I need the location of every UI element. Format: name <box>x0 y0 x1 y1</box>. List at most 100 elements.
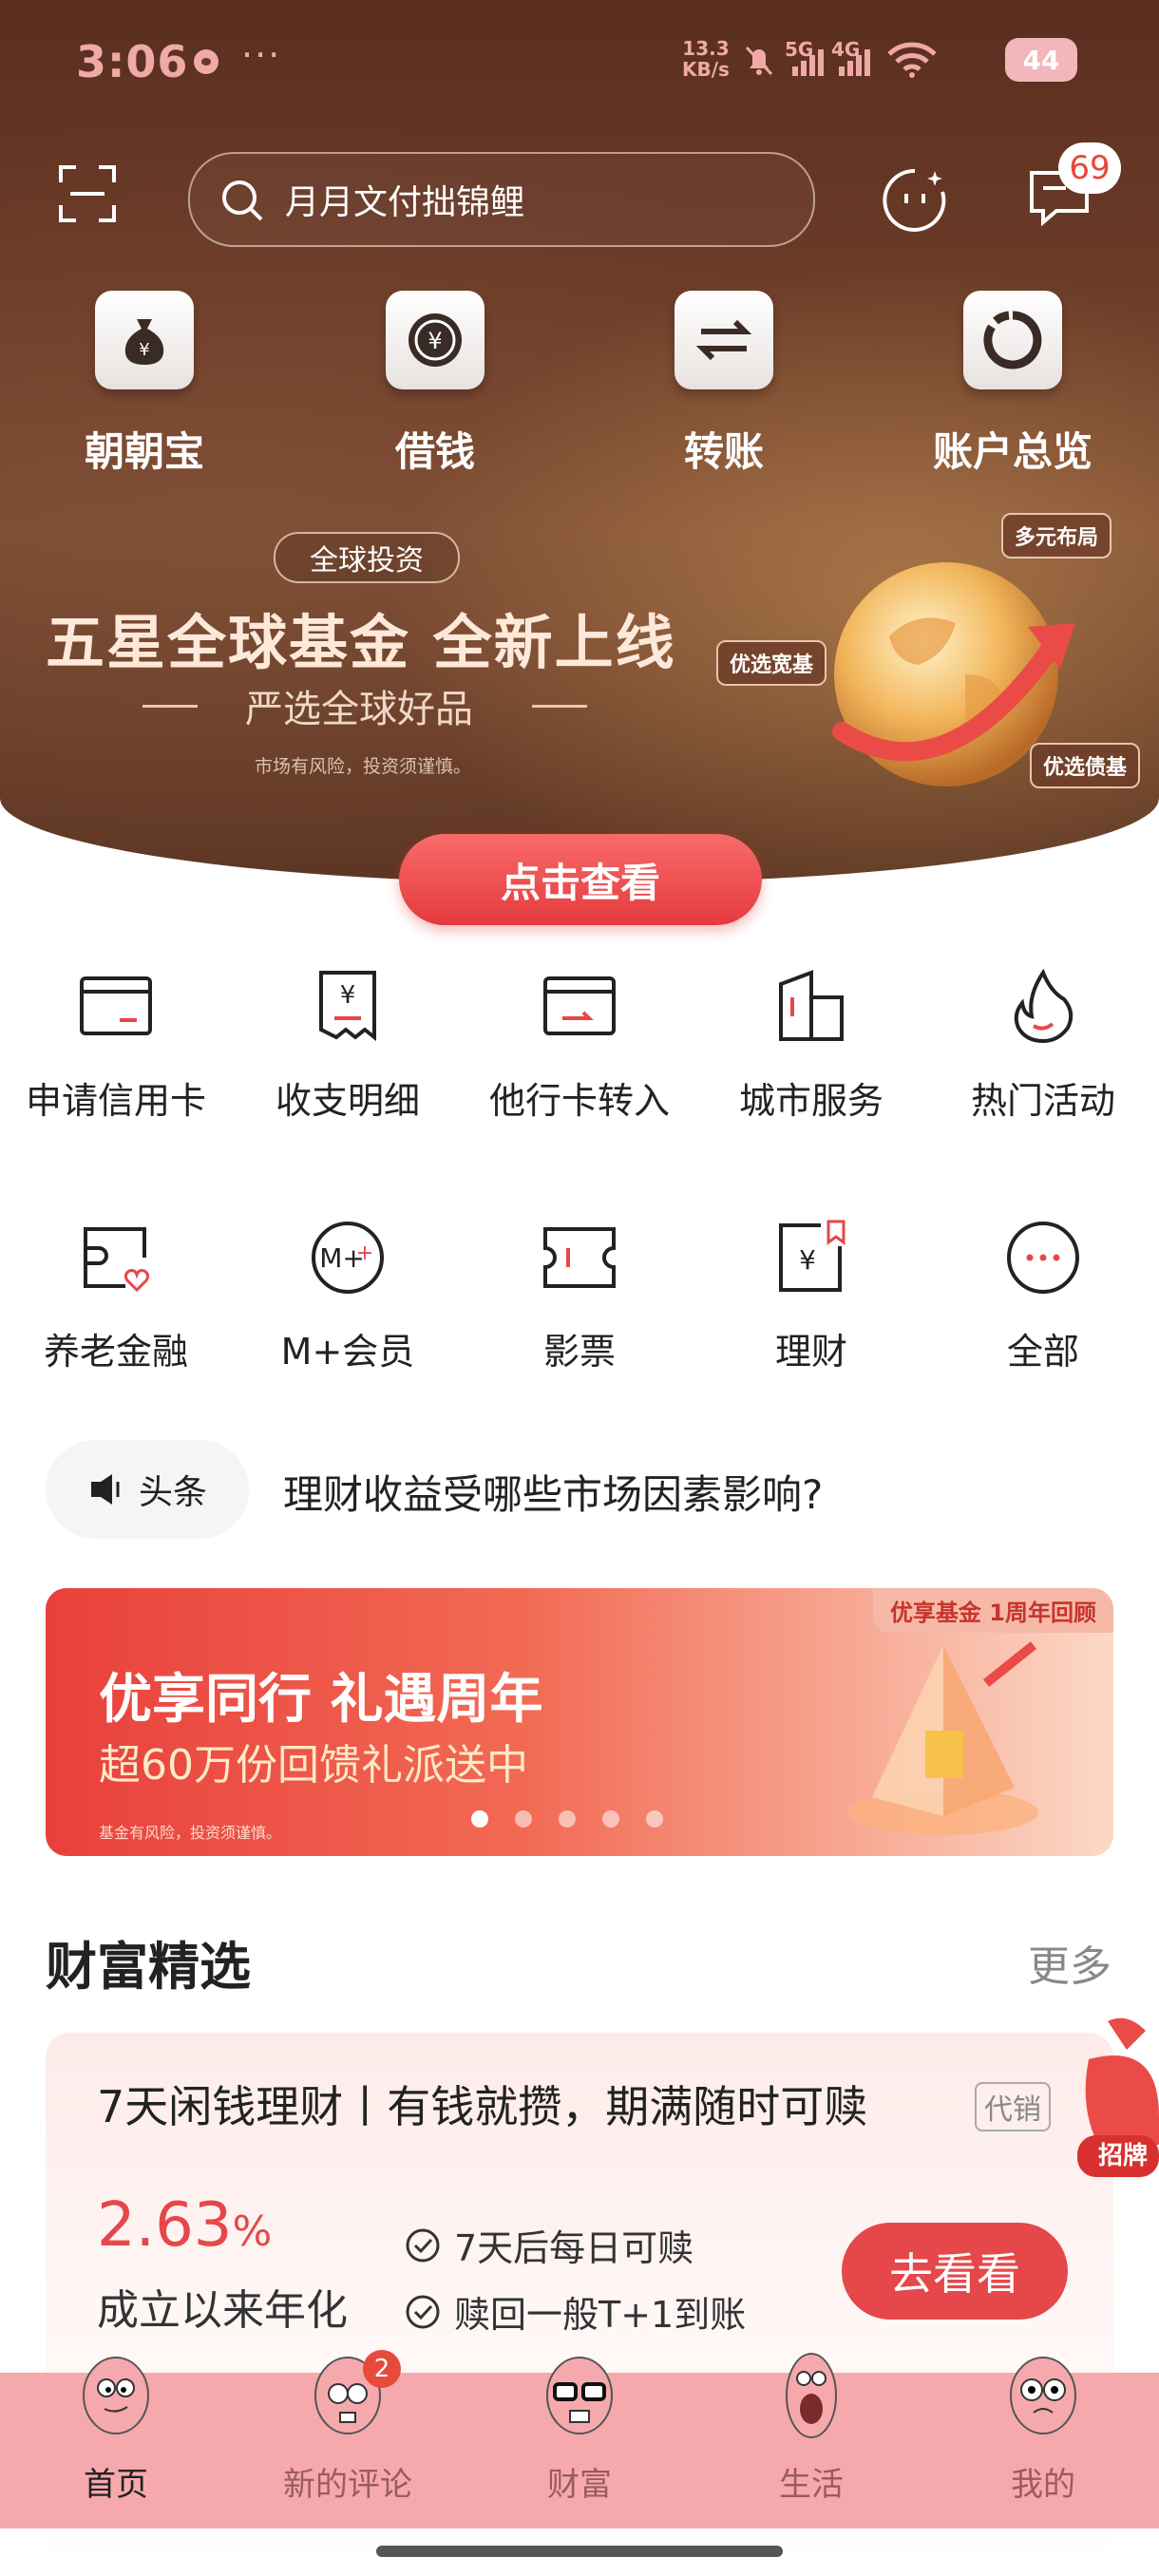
gift-pyramid-icon <box>848 1641 1038 1835</box>
wealth-doc-icon: ¥ <box>779 1220 846 1292</box>
service-label: 影票 <box>542 1331 616 1373</box>
banner-title[interactable]: 五星全球基金 全新上线 <box>46 595 676 680</box>
quick-action-zhaozhaobao[interactable]: ¥ 朝朝宝 <box>49 291 239 478</box>
view-now-button[interactable]: 点击查看 <box>399 834 762 925</box>
service-label: 城市服务 <box>738 1080 884 1122</box>
network-speed: 13.3 KB/s <box>682 37 730 81</box>
carousel-dot[interactable] <box>515 1810 532 1828</box>
service-pension[interactable]: 养老金融 <box>0 1220 232 1374</box>
carousel-indicator <box>471 1810 663 1828</box>
service-member[interactable]: M+ + M+会员 <box>232 1220 464 1374</box>
quick-action-transfer[interactable]: 转账 <box>629 291 819 478</box>
service-all[interactable]: 全部 <box>927 1220 1159 1374</box>
svg-text:+: + <box>356 1241 373 1265</box>
tab-label: 财富 <box>547 2466 612 2504</box>
bottom-tab-bar: 首页 2 新的评论 财富 生活 我的 <box>0 2350 1159 2529</box>
tab-label: 我的 <box>1011 2466 1075 2504</box>
yuan-coin-icon: ¥ <box>386 291 484 389</box>
banner-tag: 全球投资 <box>274 532 460 583</box>
scan-icon[interactable] <box>57 163 118 224</box>
quick-action-label: 借钱 <box>394 428 475 475</box>
service-label: 申请信用卡 <box>25 1080 206 1122</box>
check-circle-icon <box>406 2228 440 2262</box>
tab-home[interactable]: 首页 <box>0 2357 232 2529</box>
tab-life[interactable]: 生活 <box>695 2353 927 2529</box>
tab-new-comments[interactable]: 2 新的评论 <box>232 2350 464 2529</box>
headline-text[interactable]: 理财收益受哪些市场因素影响? <box>283 1463 823 1521</box>
floating-tag-broad-index: 优选宽基 <box>716 640 827 686</box>
search-bar[interactable]: 月月文付拙锦鲤 <box>188 152 815 247</box>
promo-risk-note: 基金有风险，投资须谨慎。 <box>99 1824 282 1842</box>
banner-subtitle: 严选全球好品 <box>245 688 473 731</box>
signal-5g-icon: 5G <box>785 38 824 76</box>
service-label: 他行卡转入 <box>488 1080 670 1122</box>
receipt-icon: ¥ <box>319 971 376 1042</box>
tab-label: 新的评论 <box>283 2466 412 2504</box>
home-indicator[interactable] <box>376 2546 783 2557</box>
pension-card-icon <box>84 1227 150 1293</box>
search-icon <box>222 180 263 221</box>
transfer-icon <box>674 291 773 389</box>
service-movie-tickets[interactable]: 影票 <box>464 1220 695 1374</box>
service-credit-card[interactable]: 申请信用卡 <box>0 969 232 1124</box>
service-label: 养老金融 <box>43 1331 188 1373</box>
credit-card-icon <box>80 976 152 1035</box>
carousel-dot[interactable] <box>602 1810 619 1828</box>
product-title: 7天闲钱理财丨有钱就攒，期满随时可赎 <box>97 2081 868 2132</box>
product-feature: 赎回一般T+1到账 <box>405 2285 746 2338</box>
quick-action-label: 朝朝宝 <box>84 428 204 475</box>
go-see-button[interactable]: 去看看 <box>842 2223 1068 2320</box>
service-city[interactable]: 城市服务 <box>695 969 927 1124</box>
tab-label: 生活 <box>779 2466 844 2504</box>
service-label: 收支明细 <box>275 1080 420 1122</box>
svg-text:¥: ¥ <box>139 340 149 360</box>
svg-text:¥: ¥ <box>340 981 356 1010</box>
headline-tag-label: 头条 <box>138 1473 207 1512</box>
movie-ticket-icon <box>543 1227 616 1288</box>
rate-label: 成立以来年化 <box>97 2286 348 2335</box>
carousel-dot[interactable] <box>559 1810 576 1828</box>
service-wealth[interactable]: ¥ 理财 <box>695 1220 927 1374</box>
promo-banner[interactable]: 优享基金 1周年回顾 优享同行 礼遇周年 超60万份回馈礼派送中 基金有风险，投… <box>46 1588 1113 1856</box>
more-link[interactable]: 更多 <box>1028 1932 1112 1993</box>
banner-risk-note: 市场有风险，投资须谨慎。 <box>255 756 472 777</box>
quick-action-borrow[interactable]: ¥ 借钱 <box>340 291 530 478</box>
service-label: 全部 <box>1006 1331 1079 1373</box>
banner-divider-left <box>142 705 198 708</box>
svg-text:¥: ¥ <box>799 1244 816 1276</box>
quick-action-account-overview[interactable]: 账户总览 <box>918 291 1108 478</box>
cartoon-face-icon <box>83 2357 149 2434</box>
sim2-label: 4G <box>831 38 861 61</box>
money-bag-icon: ¥ <box>95 291 194 389</box>
service-hot-events[interactable]: 热门活动 <box>927 968 1159 1124</box>
floating-tag-diversified: 多元布局 <box>1001 513 1112 559</box>
search-placeholder: 月月文付拙锦鲤 <box>285 183 525 222</box>
more-dots-icon <box>1007 1222 1079 1294</box>
svg-text:招牌: 招牌 <box>1098 2141 1148 2170</box>
message-count-badge: 69 <box>1058 142 1121 194</box>
member-icon: M++ <box>312 1222 384 1294</box>
carousel-dot[interactable] <box>471 1810 488 1828</box>
cartoon-face-icon <box>546 2357 613 2434</box>
product-feature: 7天后每日可赎 <box>405 2219 694 2271</box>
section-title: 财富精选 <box>46 1937 251 1997</box>
service-transactions[interactable]: ¥ 收支明细 <box>232 969 464 1124</box>
cartoon-face-icon <box>1010 2357 1076 2434</box>
tab-wealth[interactable]: 财富 <box>464 2357 695 2529</box>
sim1-label: 5G <box>785 38 814 61</box>
status-icons: 5G 4G <box>741 34 939 85</box>
carousel-dot[interactable] <box>646 1810 663 1828</box>
assistant-icon[interactable] <box>882 167 948 234</box>
tab-me[interactable]: 我的 <box>927 2357 1159 2529</box>
service-label: 热门活动 <box>970 1080 1115 1122</box>
wifi-icon <box>887 42 937 78</box>
agency-badge: 代销 <box>975 2082 1051 2131</box>
battery-indicator: 44 <box>1005 38 1077 82</box>
banner-divider-right <box>532 705 587 708</box>
signal-4g-icon: 4G <box>831 38 870 76</box>
product-rate: 2.63% <box>97 2190 273 2261</box>
promo-subtitle: 超60万份回馈礼派送中 <box>99 1741 528 1790</box>
floating-promo-bag-icon[interactable]: 招牌 <box>1070 2002 1159 2183</box>
service-transfer-in[interactable]: 他行卡转入 <box>464 969 695 1124</box>
headline-tag[interactable]: 头条 <box>46 1440 249 1539</box>
